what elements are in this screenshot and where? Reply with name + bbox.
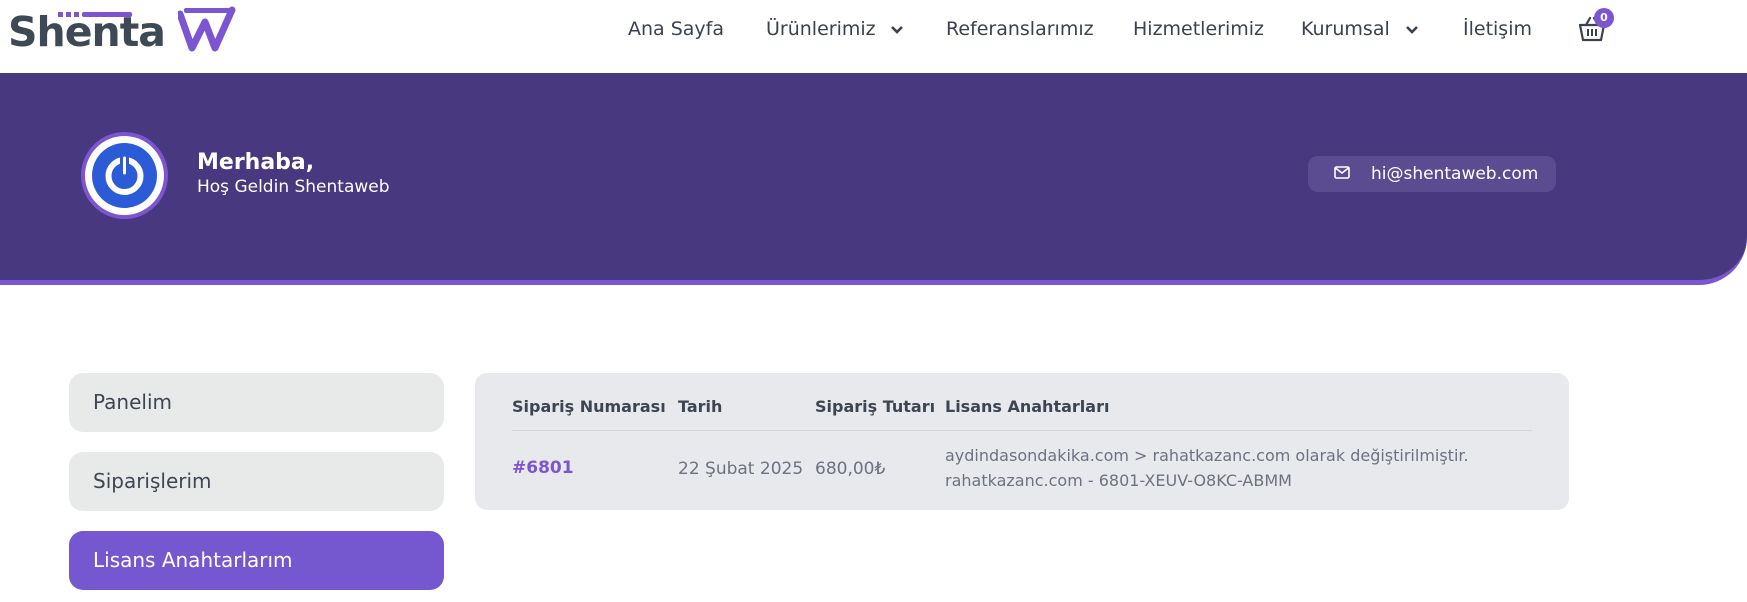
license-note: aydindasondakika.com > rahatkazanc.com o… (945, 446, 1469, 465)
order-amount: 680,00₺ (815, 459, 886, 479)
email-badge[interactable]: hi@shentaweb.com (1308, 156, 1556, 192)
email-address: hi@shentaweb.com (1371, 164, 1539, 184)
nav-item-referanslarimiz[interactable]: Referanslarımız (946, 17, 1094, 41)
sidebar-item-label: Siparişlerim (93, 469, 212, 493)
cart-count-badge: 0 (1594, 8, 1614, 28)
column-header-order-total: Sipariş Tutarı (815, 397, 936, 416)
nav-item-iletisim[interactable]: İletişim (1463, 17, 1532, 41)
logo-wordmark: Shenta (8, 8, 166, 56)
nav-item-hizmetlerimiz[interactable]: Hizmetlerimiz (1133, 17, 1264, 41)
column-header-date: Tarih (678, 397, 723, 416)
sidebar-item-lisans-anahtarlarim[interactable]: Lisans Anahtarlarım (69, 531, 444, 590)
sidebar-item-panelim[interactable]: Panelim (69, 373, 444, 432)
sidebar-item-siparislerim[interactable]: Siparişlerim (69, 452, 444, 511)
license-key: rahatkazanc.com - 6801-XEUV-O8KC-ABMM (945, 471, 1292, 490)
top-navigation-bar: Shenta Ana Sayfa Ürünlerimiz Referanslar… (0, 0, 1747, 73)
avatar (81, 132, 168, 219)
greeting-title: Merhaba, (197, 150, 315, 175)
logo-w-mark (178, 6, 236, 52)
sidebar-item-label: Panelim (93, 390, 172, 414)
chevron-down-icon[interactable] (1405, 19, 1419, 39)
order-number-link[interactable]: #6801 (512, 458, 574, 478)
nav-item-ana-sayfa[interactable]: Ana Sayfa (628, 17, 724, 41)
column-header-license-keys: Lisans Anahtarları (945, 397, 1110, 416)
nav-item-kurumsal[interactable]: Kurumsal (1301, 17, 1390, 41)
nav-item-urunlerimiz[interactable]: Ürünlerimiz (766, 17, 876, 41)
sidebar-item-label: Lisans Anahtarlarım (93, 548, 293, 572)
order-date: 22 Şubat 2025 (678, 459, 804, 479)
chevron-down-icon[interactable] (890, 19, 904, 39)
welcome-text: Hoş Geldin Shentaweb (197, 177, 390, 197)
license-keys-table: Sipariş Numarası Tarih Sipariş Tutarı Li… (475, 373, 1569, 510)
power-icon (105, 153, 144, 195)
avatar-power-logo (92, 143, 157, 208)
table-header-divider (512, 430, 1532, 431)
column-header-order-number: Sipariş Numarası (512, 397, 666, 416)
brand-logo[interactable]: Shenta (8, 4, 236, 56)
mail-icon (1334, 166, 1350, 179)
